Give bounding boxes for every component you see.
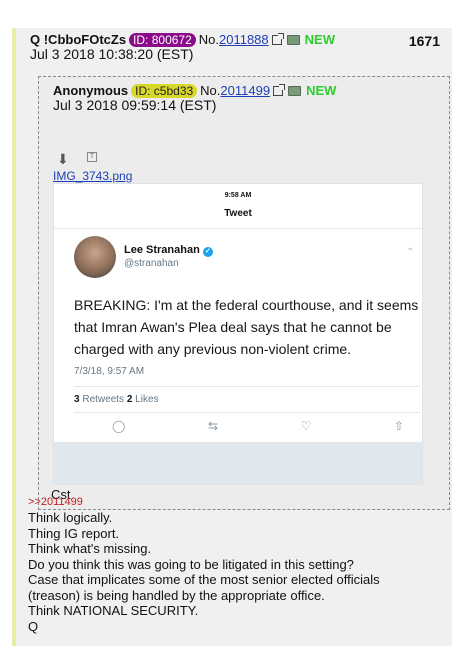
text-file-icon[interactable]: T [87,151,97,162]
post-header: Q !CbboFOtcZs ID: 800672 No. 2011888 NEW… [30,32,444,62]
quoted-post-header: Anonymous ID: c5bd33 No. 2011499 NEW Jul… [53,83,336,113]
retweet-label: Retweets [82,394,125,405]
post-body: Think logically. Thing IG report. Think … [28,510,448,634]
tweet-page-title: Tweet [224,208,252,219]
reply-icon: ◯ [112,419,126,433]
q-post: Q !CbboFOtcZs ID: 800672 No. 2011888 NEW… [12,28,452,646]
post-body-line: Q [28,618,39,634]
quoted-datetime: Jul 3 2018 09:59:14 (EST) [53,97,217,113]
tweet-author-handle: @stranahan [124,258,179,269]
post-body-line: Do you think this was going to be litiga… [28,556,354,572]
poster-name: Anonymous [53,83,129,98]
external-link-icon[interactable] [273,83,286,96]
post-count: 1671 [408,33,440,49]
post-body-line: Case that implicates some of the most se… [28,572,380,587]
like-icon: ♡ [300,419,312,433]
quoted-number-prefix: No. [200,83,221,98]
tweet-author-name: Lee Stranahan ✓ [124,244,213,257]
quoted-number-link[interactable]: 2011499 [220,83,270,98]
quoted-id-badge[interactable]: ID: c5bd33 [131,83,198,98]
post-body-line: Think what's missing. [28,541,152,556]
share-icon: ⇧ [393,419,404,433]
avatar [74,236,116,278]
external-link-icon[interactable] [271,32,284,45]
tweet-actions: ◯ ⇆ ♡ ⇧ [112,419,404,433]
retweet-count: 3 [74,394,80,405]
quoted-post: Anonymous ID: c5bd33 No. 2011499 NEW Jul… [38,76,450,510]
tweet-status-time: 9:58 AM [224,192,252,199]
archive-book-icon[interactable] [286,34,300,45]
tweet-date: 7/3/18, 9:57 AM [74,366,145,377]
image-filename-link[interactable]: IMG_3743.png [53,169,132,183]
post-datetime: Jul 3 2018 10:38:20 (EST) [30,46,194,62]
post-body-line: Think logically. [28,510,113,525]
post-body-line: Think NATIONAL SECURITY. [28,603,199,618]
download-icon[interactable]: ⬇ [57,151,71,168]
chevron-down-icon: ⌄ [406,242,414,252]
new-tag: NEW [306,83,337,98]
divider [54,228,422,229]
tweet-author-name-text: Lee Stranahan [124,244,200,256]
tweet-screenshot-image[interactable]: 9:58 AM Tweet Lee Stranahan ✓ @stranahan … [53,183,423,485]
divider [74,386,420,387]
post-body-line: Thing IG report. [28,525,120,541]
post-body-line: (treason) is being handled by the approp… [28,587,325,603]
archive-book-icon[interactable] [288,85,302,96]
post-number-link[interactable]: 2011888 [219,32,269,47]
file-tools: ⬇ T [57,151,97,168]
reply-quote-link[interactable]: >>2011499 [28,496,83,508]
like-label: Likes [135,394,159,405]
verified-badge-icon: ✓ [202,247,213,257]
tweet-text: BREAKING: I'm at the federal courthouse,… [74,297,419,357]
poster-id-badge[interactable]: ID: 800672 [129,32,196,47]
new-tag: NEW [304,32,335,47]
post-number-prefix: No. [198,32,219,47]
tweet-stats: 3 Retweets 2 Likes [74,394,159,405]
tripcode: Q !CbboFOtcZs [30,32,127,47]
divider [74,412,420,413]
tweet-footer-area [54,442,422,484]
like-count: 2 [126,394,133,405]
retweet-icon: ⇆ [207,419,219,433]
